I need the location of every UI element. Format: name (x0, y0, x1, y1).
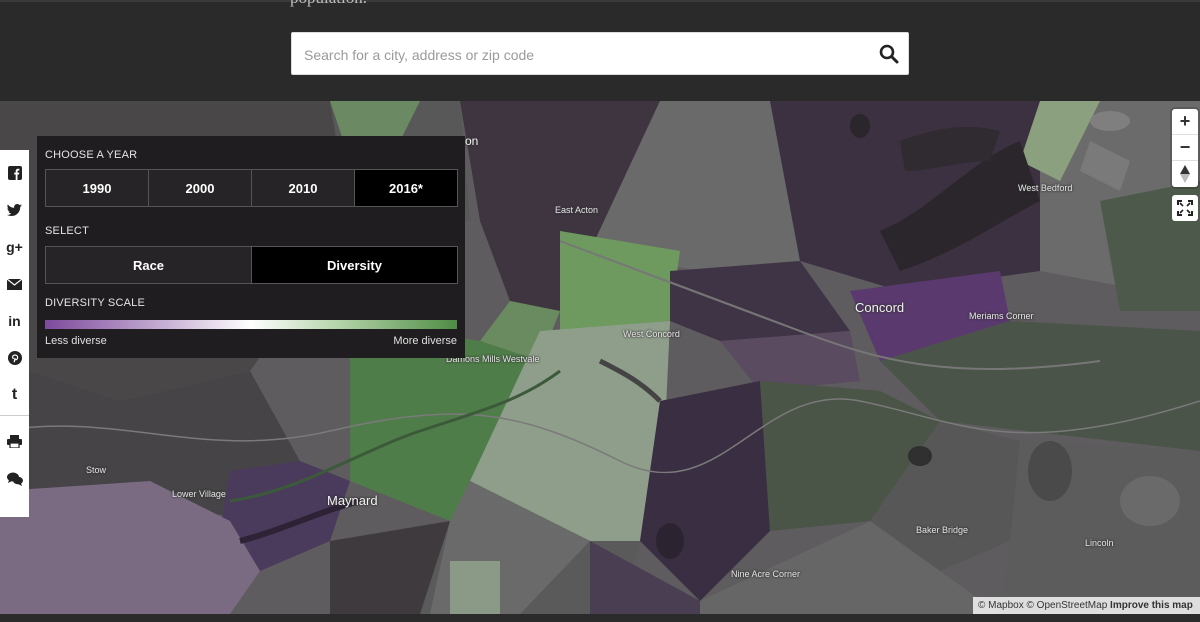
fullscreen-icon (1177, 200, 1193, 216)
email-icon[interactable] (0, 268, 29, 300)
place-label-east-acton: East Acton (555, 205, 599, 215)
search-icon[interactable] (878, 43, 900, 65)
bottom-border (0, 614, 1200, 622)
pinterest-icon[interactable] (0, 342, 29, 374)
mode-selector: Race Diversity (45, 246, 458, 284)
diversity-scale-bar (45, 320, 457, 329)
place-label-lincoln: Lincoln (1085, 538, 1114, 548)
place-label-stow: Stow (86, 465, 107, 475)
share-bar: g+ in t (0, 150, 29, 517)
twitter-icon[interactable] (0, 194, 29, 226)
share-divider (0, 415, 29, 416)
year-button-1990[interactable]: 1990 (46, 170, 149, 206)
place-label-baker-bridge: Baker Bridge (916, 525, 969, 535)
improve-map-link[interactable]: Improve this map (1110, 600, 1193, 611)
year-label: CHOOSE A YEAR (45, 149, 138, 161)
fullscreen-button[interactable] (1172, 195, 1198, 221)
map-attribution: © Mapbox © OpenStreetMap Improve this ma… (973, 597, 1200, 614)
place-label-concord: Concord (855, 300, 905, 315)
year-button-2016[interactable]: 2016* (355, 170, 457, 206)
mapbox-attribution-link[interactable]: © Mapbox (978, 600, 1024, 611)
mode-button-race[interactable]: Race (46, 247, 252, 283)
zoom-control: + − (1172, 109, 1198, 187)
scale-label: DIVERSITY SCALE (45, 297, 145, 309)
place-label-lower-village: Lower Village (172, 489, 226, 499)
year-button-2010[interactable]: 2010 (252, 170, 355, 206)
zoom-out-button[interactable]: − (1172, 135, 1198, 161)
compass-button[interactable] (1172, 161, 1198, 187)
osm-attribution-link[interactable]: © OpenStreetMap (1027, 600, 1108, 611)
year-button-2000[interactable]: 2000 (149, 170, 252, 206)
linkedin-icon[interactable]: in (0, 305, 29, 337)
google-plus-icon[interactable]: g+ (0, 231, 29, 263)
zoom-in-button[interactable]: + (1172, 109, 1198, 135)
control-panel: CHOOSE A YEAR 1990 2000 2010 2016* SELEC… (37, 136, 465, 358)
compass-icon (1180, 165, 1190, 183)
divider (0, 0, 1200, 2)
place-label-west-bedford: West Bedford (1018, 183, 1073, 193)
search-input[interactable] (302, 33, 876, 76)
place-label-west-concord: West Concord (623, 329, 680, 339)
place-label-nine-acre-corner: Nine Acre Corner (731, 569, 801, 579)
place-label-acton-partial: on (465, 134, 479, 148)
header: population. (0, 0, 1200, 101)
mode-button-diversity[interactable]: Diversity (252, 247, 457, 283)
scale-right-label: More diverse (393, 335, 457, 347)
intro-text: population. (290, 0, 367, 8)
select-label: SELECT (45, 225, 89, 237)
place-label-maynard: Maynard (327, 493, 378, 508)
print-icon[interactable] (0, 425, 29, 457)
tumblr-icon[interactable]: t (0, 379, 29, 411)
place-label-meriams-corner: Meriams Corner (969, 311, 1034, 321)
comments-icon[interactable] (0, 463, 29, 495)
scale-left-label: Less diverse (45, 335, 107, 347)
facebook-icon[interactable] (0, 157, 29, 189)
year-selector: 1990 2000 2010 2016* (45, 169, 458, 207)
search-box[interactable] (291, 32, 909, 76)
